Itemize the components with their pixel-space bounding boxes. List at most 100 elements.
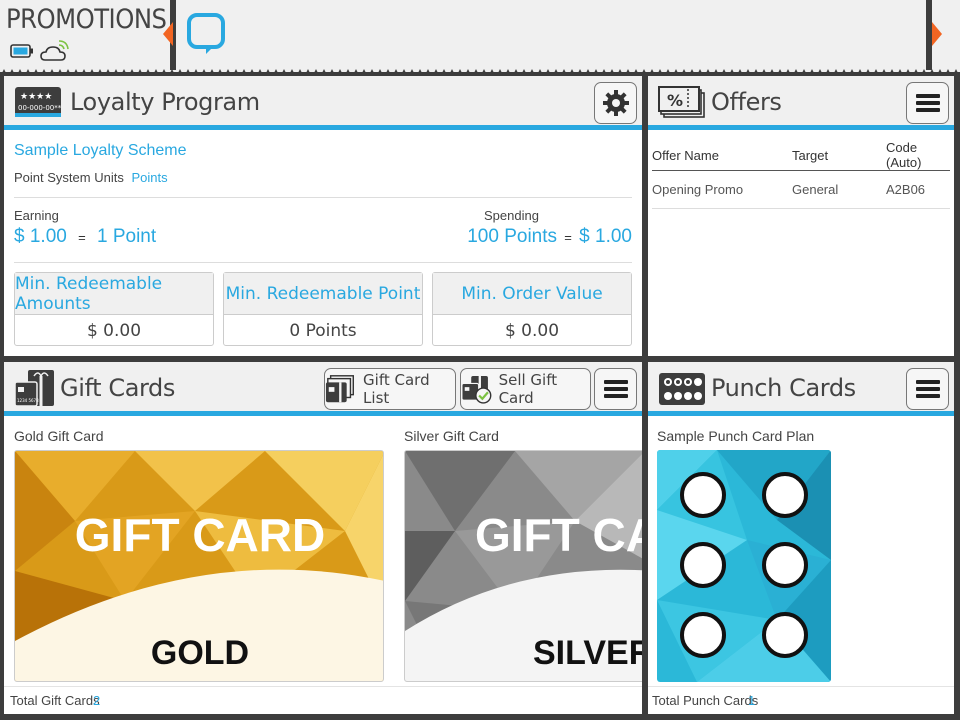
spending-points: 100 Points	[467, 226, 558, 247]
metric-label: Min. Redeemable Point	[224, 273, 422, 315]
gift-cards-panel: 1234 5678 Gift Cards Gift Card List Sell…	[4, 362, 642, 714]
punch-hole	[680, 542, 726, 588]
min-redeemable-amount-box[interactable]: Min. Redeemable Amounts $ 0.00	[14, 272, 214, 346]
spending-label: Spending	[484, 208, 539, 223]
silver-gift-card[interactable]: GIFT CA SILVER	[404, 450, 642, 682]
gear-icon	[602, 90, 629, 116]
offers-table-header: Offer Name Target Code (Auto)	[652, 140, 950, 171]
units-row: Point System Units Points	[14, 170, 168, 185]
units-value: Points	[131, 170, 168, 185]
punch-cards-panel: Punch Cards Sample Punch Card Plan Total	[648, 362, 954, 714]
loyalty-header: ★★★★ 00-000-00** Loyalty Program	[4, 76, 642, 130]
top-bar: PROMOTIONS	[0, 0, 960, 77]
punch-cards-title: Punch Cards	[711, 374, 856, 402]
menu-icon	[915, 380, 940, 398]
col-code: Code (Auto)	[886, 140, 950, 171]
offer-code-cell: A2B06	[886, 170, 950, 209]
punch-card-icon	[659, 373, 705, 405]
offers-title: Offers	[711, 88, 782, 116]
offers-header: % Offers	[648, 76, 954, 130]
sell-gift-card-label: Sell Gift Card	[498, 371, 558, 407]
svg-text:%: %	[667, 91, 683, 110]
silver-card-big-text: GIFT CA	[475, 509, 642, 561]
silver-card-art: GIFT CA SILVER	[405, 451, 642, 681]
earning-amount: $ 1.00	[14, 226, 67, 247]
punch-hole	[680, 472, 726, 518]
page-title: PROMOTIONS	[6, 4, 167, 35]
cloud-wifi-icon	[40, 40, 69, 61]
svg-text:00-000-00**: 00-000-00**	[18, 104, 62, 112]
total-gift-cards-label: Total Gift Cards	[10, 693, 100, 708]
offers-menu-button[interactable]	[906, 82, 949, 124]
svg-text:★★★★: ★★★★	[20, 92, 52, 102]
offer-name-cell: Opening Promo	[652, 170, 792, 209]
gift-card-list-label: Gift Card List	[363, 371, 430, 407]
gold-gift-card[interactable]: GIFT CARD GOLD	[14, 450, 384, 682]
expand-arrow-right[interactable]	[932, 22, 942, 46]
punch-hole	[762, 542, 808, 588]
menu-icon	[915, 94, 940, 112]
total-punch-cards-value: 1	[748, 693, 756, 708]
metric-label: Min. Order Value	[433, 273, 631, 315]
offers-panel: % Offers Offer Name Target Code (Auto) O…	[648, 76, 954, 356]
punch-plan-name: Sample Punch Card Plan	[657, 428, 815, 444]
units-label: Point System Units	[14, 170, 124, 185]
gift-card-list-button[interactable]: Gift Card List	[324, 368, 456, 410]
punch-cards-header: Punch Cards	[648, 362, 954, 416]
loyalty-program-panel: ★★★★ 00-000-00** Loyalty Program Sample …	[4, 76, 642, 356]
sell-gift-card-button[interactable]: Sell Gift Card	[460, 368, 591, 410]
collapse-arrow-left[interactable]	[163, 22, 173, 46]
loyalty-divider-1	[14, 197, 632, 198]
status-icons	[10, 40, 70, 62]
min-order-value-box[interactable]: Min. Order Value $ 0.00	[432, 272, 632, 346]
min-redeemable-point-box[interactable]: Min. Redeemable Point 0 Points	[223, 272, 423, 346]
svg-text:1234 5678: 1234 5678	[17, 398, 39, 403]
gold-card-art: GIFT CARD GOLD	[15, 451, 383, 681]
col-offer-name: Offer Name	[652, 140, 792, 171]
loyalty-title: Loyalty Program	[70, 88, 260, 116]
metric-value: $ 0.00	[86, 320, 142, 341]
earning-eq: =	[78, 230, 86, 245]
title-block: PROMOTIONS	[0, 0, 170, 68]
earning-rate: $ 1.00 = 1 Point	[14, 226, 156, 248]
loyalty-divider-2	[14, 262, 632, 263]
punch-hole	[680, 612, 726, 658]
app-logo-icon[interactable]	[186, 12, 226, 56]
total-punch-cards-label: Total Punch Cards	[652, 693, 759, 708]
gift-card-list-icon	[325, 375, 354, 403]
silver-card-tier: SILVER	[533, 634, 642, 672]
sell-gift-card-icon	[461, 375, 492, 404]
gift-card-icon: 1234 5678	[14, 370, 54, 407]
gift-cards-footer: Total Gift Cards 2	[4, 686, 642, 714]
punch-card-art	[657, 450, 831, 682]
gift-cards-header: 1234 5678 Gift Cards Gift Card List Sell…	[4, 362, 642, 416]
offers-voucher-icon: %	[658, 86, 705, 118]
punch-cards-footer: Total Punch Cards 1	[648, 686, 954, 714]
spending-amount: $ 1.00	[579, 226, 632, 247]
earning-label: Earning	[14, 208, 59, 223]
menu-icon	[603, 380, 628, 398]
punch-cards-menu-button[interactable]	[906, 368, 949, 410]
loyalty-scheme-name[interactable]: Sample Loyalty Scheme	[14, 142, 187, 160]
spending-eq: =	[564, 230, 572, 245]
punch-hole	[762, 472, 808, 518]
gift-cards-title: Gift Cards	[60, 374, 175, 402]
total-gift-cards-value: 2	[93, 693, 101, 708]
punch-card[interactable]	[657, 450, 831, 682]
offers-table: Offer Name Target Code (Auto) Opening Pr…	[652, 140, 950, 209]
earning-points: 1 Point	[96, 226, 157, 247]
gold-card-name: Gold Gift Card	[14, 428, 104, 444]
punch-hole	[762, 612, 808, 658]
gift-cards-menu-button[interactable]	[594, 368, 637, 410]
metric-label: Min. Redeemable Amounts	[15, 273, 213, 315]
offer-target-cell: General	[792, 170, 886, 209]
col-target: Target	[792, 140, 886, 171]
table-row[interactable]: Opening Promo General A2B06	[652, 170, 950, 209]
battery-icon	[10, 44, 33, 58]
silver-card-name: Silver Gift Card	[404, 428, 499, 444]
loyalty-card-icon: ★★★★ 00-000-00**	[15, 87, 62, 117]
spending-rate: 100 Points = $ 1.00	[467, 226, 632, 248]
gold-card-big-text: GIFT CARD	[75, 509, 325, 561]
gold-card-tier: GOLD	[151, 634, 249, 672]
loyalty-settings-button[interactable]	[594, 82, 637, 124]
